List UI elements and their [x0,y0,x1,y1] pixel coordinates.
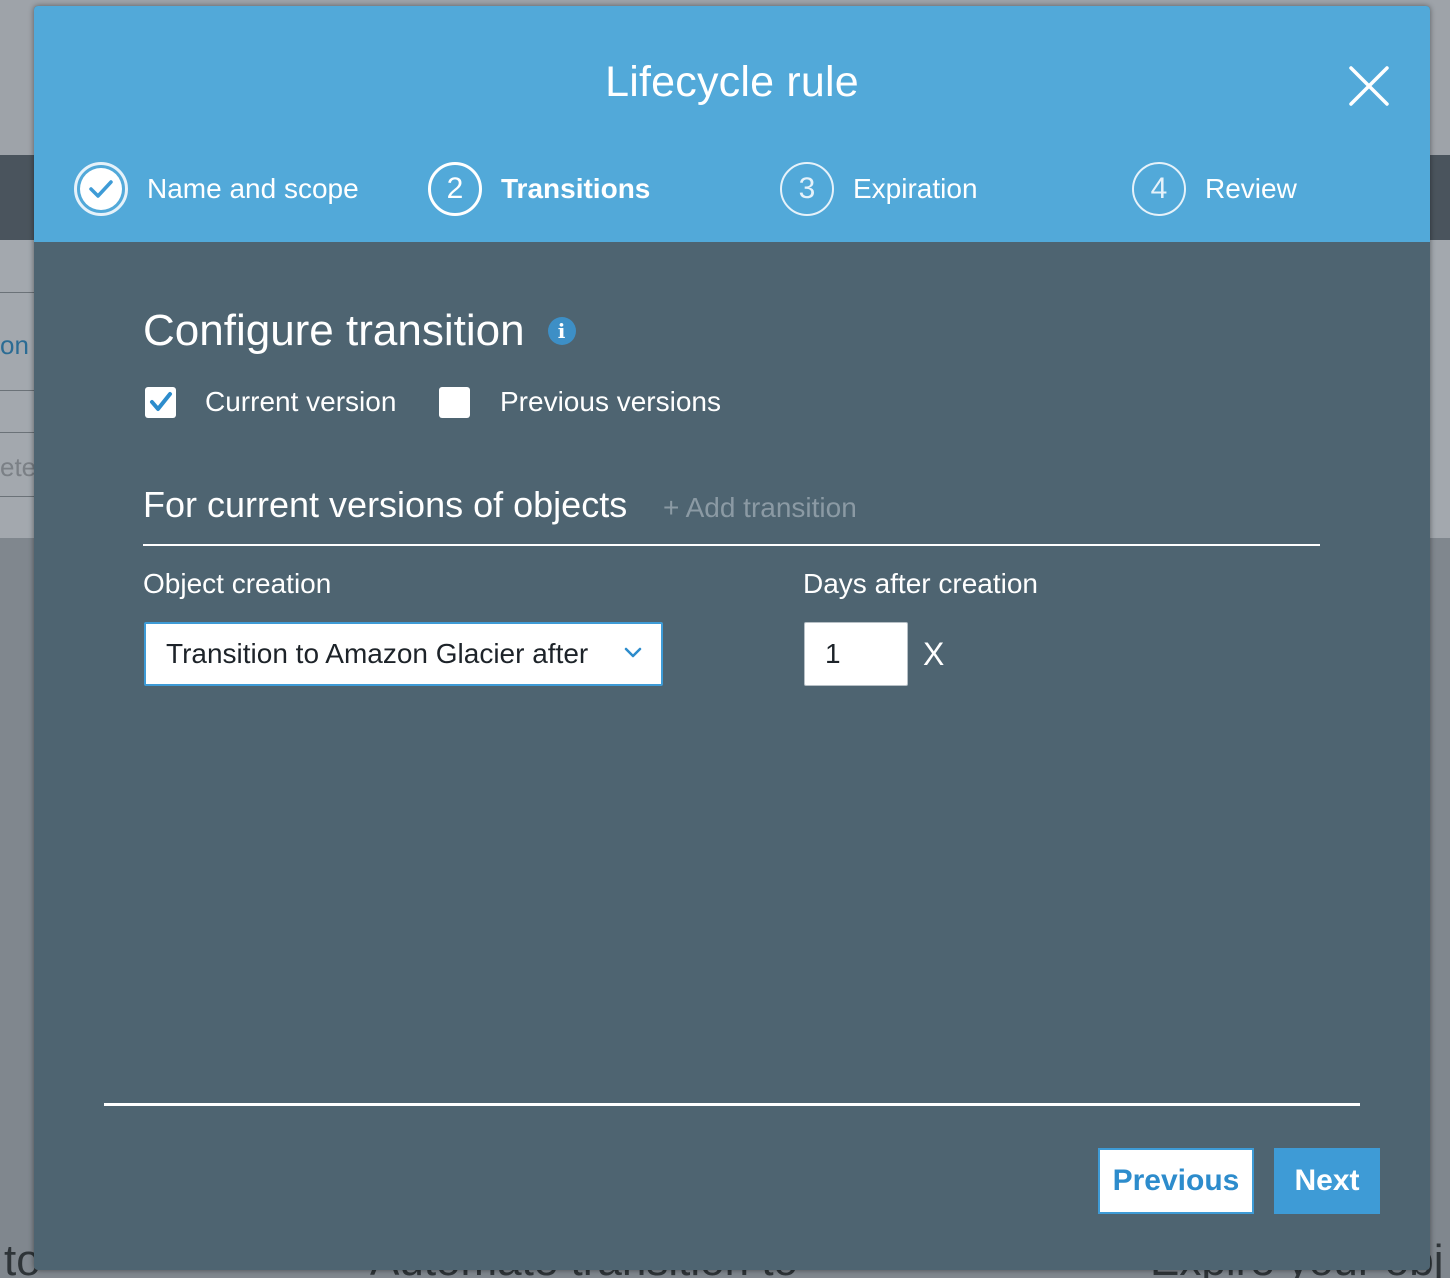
object-creation-label: Object creation [143,568,332,599]
close-icon [1349,66,1389,106]
section-divider [143,544,1320,546]
add-transition-link[interactable]: + Add transition [663,492,857,524]
days-after-creation-label: Days after creation [803,568,1038,599]
lifecycle-rule-modal: Lifecycle rule Name and scope 2 Transiti… [34,6,1430,1270]
section-title-text: Configure transition [143,306,525,355]
step-label: Expiration [853,173,978,204]
step-label: Transitions [501,173,651,204]
current-version-checkbox[interactable]: Current version [145,385,396,419]
step-label: Name and scope [147,173,359,204]
checkmark-icon [89,180,113,198]
transition-type-select[interactable]: Transition to Amazon Glacier after [144,622,663,686]
step-complete-indicator [74,162,128,216]
current-versions-heading: For current versions of objects [143,484,628,525]
previous-button[interactable]: Previous [1098,1148,1254,1214]
footer-divider [104,1103,1360,1106]
step-number: 3 [780,162,834,216]
checkbox-unchecked[interactable] [439,386,470,418]
step-number: 4 [1132,162,1186,216]
step-transitions[interactable]: 2 Transitions [428,161,650,217]
checkbox-checked[interactable] [145,386,176,418]
close-button[interactable] [1344,61,1394,111]
background-text-fragment: on [0,330,29,360]
chevron-down-icon [624,647,642,658]
select-value: Transition to Amazon Glacier after [166,638,589,669]
configure-transition-heading: Configure transition i [143,306,576,356]
step-review[interactable]: 4 Review [1132,161,1297,217]
remove-transition-button[interactable]: X [923,636,944,673]
next-button[interactable]: Next [1274,1148,1380,1214]
checkmark-icon [149,392,172,411]
info-icon[interactable]: i [547,317,576,345]
step-number: 2 [428,162,482,216]
step-expiration[interactable]: 3 Expiration [780,161,978,217]
step-label: Review [1205,173,1297,204]
modal-title: Lifecycle rule [605,58,859,106]
current-version-label: Current version [205,386,397,417]
previous-versions-label: Previous versions [500,386,721,417]
previous-versions-checkbox[interactable]: Previous versions [439,385,721,419]
days-after-creation-input[interactable] [804,622,908,686]
modal-header: Lifecycle rule Name and scope 2 Transiti… [34,6,1430,242]
background-text-fragment: ete [0,452,37,482]
step-name-and-scope[interactable]: Name and scope [74,161,359,217]
